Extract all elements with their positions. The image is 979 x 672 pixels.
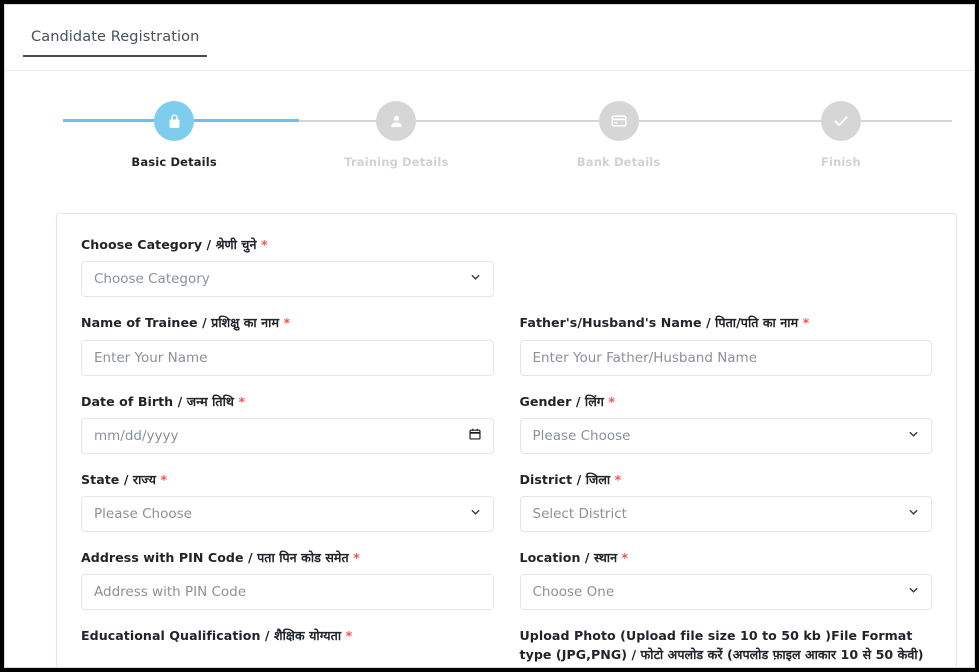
step-finish-label: Finish bbox=[820, 155, 861, 169]
tab-bar: Candidate Registration bbox=[5, 5, 974, 71]
address-placeholder: Address with PIN Code bbox=[94, 584, 247, 601]
field-location: Location / स्थान * Choose One bbox=[519, 549, 932, 611]
field-father-husband-name-label: Father's/Husband's Name / पिता/पति का ना… bbox=[519, 315, 810, 331]
user-icon bbox=[388, 113, 405, 130]
field-trainee-name: Name of Trainee / प्रशिक्षु का नाम * Ent… bbox=[81, 314, 494, 376]
field-upload-photo-label: Upload Photo (Upload file size 10 to 50 … bbox=[520, 627, 933, 667]
field-state-label: State / राज्य * bbox=[81, 471, 168, 487]
step-training-details[interactable]: Training Details bbox=[285, 101, 507, 169]
field-address-label: Address with PIN Code / पता पिन कोड समेत… bbox=[81, 550, 360, 565]
required-marker: * bbox=[802, 315, 810, 331]
form-col-left: Choose Category / श्रेणी चुने * Choose C… bbox=[81, 236, 494, 314]
step-training-details-circle bbox=[376, 101, 417, 141]
registration-form-card: Choose Category / श्रेणी चुने * Choose C… bbox=[56, 213, 957, 667]
trainee-name-placeholder: Enter Your Name bbox=[94, 349, 208, 366]
location-select[interactable]: Choose One bbox=[519, 574, 932, 611]
step-finish[interactable]: Finish bbox=[730, 101, 952, 169]
chevron-down-icon bbox=[907, 584, 920, 601]
state-select[interactable]: Please Choose bbox=[81, 496, 494, 532]
required-marker: * bbox=[614, 471, 622, 487]
tab-candidate-registration[interactable]: Candidate Registration bbox=[23, 25, 208, 57]
field-district-label: District / जिला * bbox=[519, 471, 622, 487]
lock-icon bbox=[166, 113, 183, 130]
form-row-category: Choose Category / श्रेणी चुने * Choose C… bbox=[81, 236, 932, 314]
father-husband-name-placeholder: Enter Your Father/Husband Name bbox=[532, 349, 758, 366]
field-father-husband-name: Father's/Husband's Name / पिता/पति का ना… bbox=[519, 314, 932, 376]
field-address: Address with PIN Code / पता पिन कोड समेत… bbox=[81, 549, 494, 611]
dob-placeholder: mm/dd/yyyy bbox=[94, 427, 179, 444]
required-marker: * bbox=[283, 315, 291, 331]
field-state: State / राज्य * Please Choose bbox=[81, 471, 494, 532]
step-training-details-label: Training Details bbox=[344, 155, 449, 169]
form-row-names: Name of Trainee / प्रशिक्षु का नाम * Ent… bbox=[81, 314, 932, 392]
field-dob: Date of Birth / जन्म तिथि * mm/dd/yyyy bbox=[81, 393, 494, 454]
chevron-down-icon bbox=[907, 506, 920, 523]
required-marker: * bbox=[621, 550, 629, 565]
step-bank-details[interactable]: Bank Details bbox=[508, 101, 730, 169]
trainee-name-input[interactable]: Enter Your Name bbox=[81, 339, 494, 376]
field-gender: Gender / लिंग * Please Choose bbox=[519, 393, 932, 454]
location-select-value: Choose One bbox=[532, 584, 615, 601]
field-qualification: Educational Qualification / शैक्षिक योग्… bbox=[81, 627, 494, 667]
category-select-value: Choose Category bbox=[94, 271, 210, 288]
form-row-address-location: Address with PIN Code / पता पिन कोड समेत… bbox=[81, 549, 932, 627]
field-qualification-label: Educational Qualification / शैक्षिक योग्… bbox=[81, 628, 353, 644]
page-root: Candidate Registration Basic Details Tra… bbox=[4, 4, 975, 668]
stepper-steps: Basic Details Training Details Bank Deta… bbox=[63, 101, 952, 169]
chevron-down-icon bbox=[469, 271, 482, 288]
field-gender-label: Gender / लिंग * bbox=[519, 393, 615, 409]
father-husband-name-input[interactable]: Enter Your Father/Husband Name bbox=[519, 339, 932, 376]
form-col-right-spacer bbox=[520, 236, 933, 314]
field-upload-photo: Upload Photo (Upload file size 10 to 50 … bbox=[520, 627, 933, 667]
gender-select-value: Please Choose bbox=[532, 427, 631, 444]
calendar-icon[interactable] bbox=[468, 426, 482, 445]
gender-select[interactable]: Please Choose bbox=[519, 417, 932, 454]
required-marker: * bbox=[160, 471, 168, 487]
district-select-value: Select District bbox=[532, 506, 627, 522]
stepper-section: Basic Details Training Details Bank Deta… bbox=[5, 71, 974, 196]
chevron-down-icon bbox=[469, 506, 482, 523]
stepper: Basic Details Training Details Bank Deta… bbox=[63, 101, 952, 193]
field-dob-label: Date of Birth / जन्म तिथि * bbox=[81, 393, 246, 409]
credit-card-icon bbox=[610, 112, 628, 130]
step-basic-details[interactable]: Basic Details bbox=[63, 101, 285, 169]
required-marker: * bbox=[608, 393, 615, 409]
required-marker: * bbox=[520, 665, 527, 667]
required-marker: * bbox=[238, 393, 246, 409]
form-row-qualification-photo: Educational Qualification / शैक्षिक योग्… bbox=[81, 627, 933, 667]
category-select[interactable]: Choose Category bbox=[81, 261, 494, 298]
state-select-value: Please Choose bbox=[94, 506, 192, 522]
required-marker: * bbox=[345, 628, 353, 644]
step-basic-details-circle bbox=[154, 101, 195, 141]
field-category-label: Choose Category / श्रेणी चुने * bbox=[81, 237, 268, 252]
district-select[interactable]: Select District bbox=[519, 496, 932, 532]
dob-date-input[interactable]: mm/dd/yyyy bbox=[81, 417, 494, 454]
field-category: Choose Category / श्रेणी चुने * Choose C… bbox=[81, 236, 494, 298]
field-location-label: Location / स्थान * bbox=[519, 550, 629, 565]
required-marker: * bbox=[260, 237, 268, 252]
field-district: District / जिला * Select District bbox=[519, 471, 932, 532]
check-icon bbox=[832, 112, 850, 130]
step-bank-details-label: Bank Details bbox=[576, 155, 661, 169]
form-row-dob-gender: Date of Birth / जन्म तिथि * mm/dd/yyyy G… bbox=[81, 393, 932, 471]
required-marker: * bbox=[353, 550, 360, 565]
step-basic-details-label: Basic Details bbox=[131, 155, 217, 169]
step-finish-circle bbox=[820, 101, 861, 141]
step-bank-details-circle bbox=[598, 101, 639, 141]
form-row-state-district: State / राज्य * Please Choose District /… bbox=[81, 471, 932, 549]
chevron-down-icon bbox=[907, 427, 920, 444]
field-trainee-name-label: Name of Trainee / प्रशिक्षु का नाम * bbox=[81, 315, 291, 331]
address-input[interactable]: Address with PIN Code bbox=[81, 574, 494, 611]
